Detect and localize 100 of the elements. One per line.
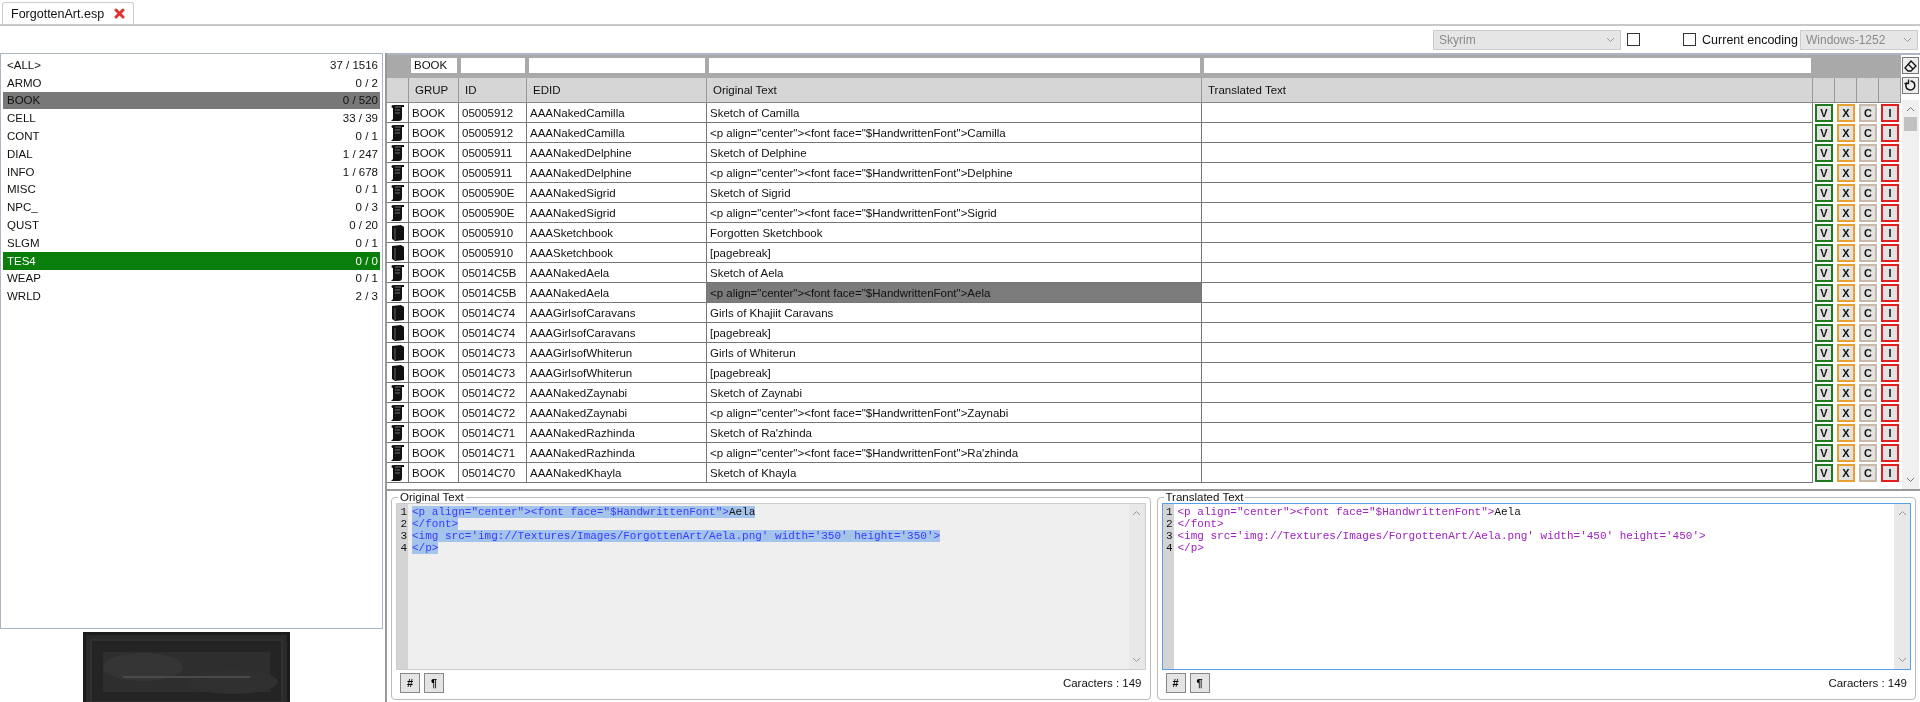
filter-field[interactable] <box>1204 58 1811 73</box>
table-cell[interactable]: [pagebreak] <box>707 323 1202 343</box>
action-button[interactable]: X <box>1837 183 1855 202</box>
table-cell[interactable]: <p align="center"><font face="$HandwrittenFont">Delphine <box>707 163 1202 183</box>
filter-field[interactable] <box>529 58 705 73</box>
checkbox[interactable] <box>1683 33 1697 46</box>
table-cell[interactable]: Forgotten Sketchbook <box>707 223 1202 243</box>
action-button[interactable]: C <box>1859 443 1877 462</box>
record-type-item[interactable]: NPC_ 0 / 3 <box>3 198 380 217</box>
column-header[interactable]: Translated Text <box>1202 78 1813 103</box>
action-button[interactable]: X <box>1837 343 1855 362</box>
action-button[interactable]: I <box>1881 283 1899 302</box>
record-type-item[interactable]: QUST 0 / 20 <box>3 216 380 234</box>
record-type-item[interactable]: ARMO 0 / 2 <box>3 73 380 92</box>
scrollbar[interactable] <box>1128 504 1145 669</box>
action-button[interactable]: I <box>1881 223 1899 242</box>
table-cell[interactable]: [pagebreak] <box>707 363 1202 383</box>
table-cell[interactable]: Girls of Khajiit Caravans <box>707 303 1202 323</box>
action-button[interactable]: I <box>1881 383 1899 402</box>
action-button[interactable]: X <box>1837 283 1855 302</box>
action-button[interactable]: I <box>1881 203 1899 222</box>
action-button[interactable]: I <box>1881 163 1899 182</box>
action-button[interactable]: X <box>1837 463 1855 482</box>
table-cell[interactable]: Sketch of Camilla <box>707 103 1202 123</box>
action-button[interactable]: I <box>1881 323 1899 342</box>
checkbox[interactable] <box>1627 33 1641 46</box>
action-button[interactable]: V <box>1815 143 1833 162</box>
action-button[interactable]: V <box>1815 183 1833 202</box>
action-button[interactable]: I <box>1881 343 1899 362</box>
table-cell[interactable]: <p align="center"><font face="$HandwrittenFont">Zaynabi <box>707 403 1202 423</box>
scrollbar-thumb[interactable] <box>1904 117 1917 131</box>
action-button[interactable]: C <box>1859 343 1877 362</box>
code-editor[interactable]: 1 2 3 4 <p align="center"><font face="$HandwrittenFont">Aela </font> <img src='img://Textures/Images/ForgottenArt/Aela.png' width='350' height='350'> </p> <box>396 503 1146 670</box>
action-button[interactable]: V <box>1815 163 1833 182</box>
action-button[interactable]: X <box>1837 303 1855 322</box>
action-button[interactable]: X <box>1837 363 1855 382</box>
action-button[interactable]: X <box>1837 163 1855 182</box>
action-button[interactable]: C <box>1859 203 1877 222</box>
action-button[interactable]: I <box>1881 363 1899 382</box>
code-editor[interactable]: 1 2 3 4 <p align="center"><font face="$HandwrittenFont">Aela </font> <img src='img://Textures/Images/ForgottenArt/Aela.png' width='450' height='450'> </p> <box>1161 503 1911 670</box>
action-button[interactable]: V <box>1815 463 1833 482</box>
column-header[interactable]: Original Text <box>707 78 1202 103</box>
column-header[interactable]: GRUP <box>409 78 459 103</box>
action-button[interactable]: V <box>1815 403 1833 422</box>
scrollbar[interactable] <box>1902 100 1919 489</box>
action-button[interactable]: C <box>1859 463 1877 482</box>
action-button[interactable]: I <box>1881 143 1899 162</box>
record-type-item[interactable]: CONT 0 / 1 <box>3 127 380 145</box>
action-button[interactable]: C <box>1859 243 1877 262</box>
record-type-item[interactable]: WEAP 0 / 1 <box>3 269 380 288</box>
table-cell[interactable]: Sketch of Ra'zhinda <box>707 423 1202 443</box>
table-cell[interactable]: Sketch of Khayla <box>707 463 1202 483</box>
action-button[interactable]: C <box>1859 103 1877 122</box>
record-type-item[interactable]: TES4 0 / 0 <box>3 251 380 270</box>
scrollbar[interactable] <box>1894 504 1910 669</box>
action-button[interactable]: I <box>1881 263 1899 282</box>
table-cell[interactable]: Girls of Whiterun <box>707 343 1202 363</box>
action-button[interactable]: C <box>1859 223 1877 242</box>
table-cell[interactable]: <p align="center"><font face="$HandwrittenFont">Aela <box>707 283 1202 303</box>
action-button[interactable]: C <box>1859 143 1877 162</box>
record-type-item[interactable]: SLGM 0 / 1 <box>3 233 380 252</box>
action-button[interactable]: V <box>1815 123 1833 142</box>
record-type-item[interactable]: MISC 0 / 1 <box>3 180 380 199</box>
action-button[interactable]: C <box>1859 283 1877 302</box>
toggle-button[interactable]: # <box>400 672 420 693</box>
action-button[interactable]: V <box>1815 343 1833 362</box>
record-type-item[interactable]: INFO 1 / 678 <box>3 162 380 181</box>
clear-filter-button[interactable] <box>1902 57 1919 74</box>
action-button[interactable]: X <box>1837 323 1855 342</box>
action-button[interactable]: I <box>1881 103 1899 122</box>
action-button[interactable]: V <box>1815 223 1833 242</box>
filter-field[interactable]: BOOK <box>411 58 457 73</box>
action-button[interactable]: V <box>1815 383 1833 402</box>
toggle-button[interactable]: ¶ <box>1189 672 1210 693</box>
action-button[interactable]: C <box>1859 263 1877 282</box>
action-button[interactable]: C <box>1859 403 1877 422</box>
record-type-item[interactable]: DIAL 1 / 247 <box>3 145 380 163</box>
toggle-button[interactable]: # <box>1165 672 1186 693</box>
filter-field[interactable] <box>461 58 525 73</box>
record-type-item[interactable]: CELL 33 / 39 <box>3 109 380 128</box>
action-button[interactable]: X <box>1837 403 1855 422</box>
table-cell[interactable]: <p align="center"><font face="$HandwrittenFont">Sigrid <box>707 203 1202 223</box>
action-button[interactable]: V <box>1815 243 1833 262</box>
action-button[interactable]: C <box>1859 383 1877 402</box>
action-button[interactable]: C <box>1859 363 1877 382</box>
action-button[interactable]: V <box>1815 103 1833 122</box>
action-button[interactable]: V <box>1815 263 1833 282</box>
action-button[interactable]: V <box>1815 363 1833 382</box>
action-button[interactable]: V <box>1815 203 1833 222</box>
action-button[interactable]: C <box>1859 163 1877 182</box>
action-button[interactable]: V <box>1815 283 1833 302</box>
action-button[interactable]: X <box>1837 383 1855 402</box>
action-button[interactable]: C <box>1859 183 1877 202</box>
table-cell[interactable]: <p align="center"><font face="$HandwrittenFont">Ra'zhinda <box>707 443 1202 463</box>
refresh-button[interactable] <box>1902 77 1919 94</box>
action-button[interactable]: I <box>1881 123 1899 142</box>
filter-field[interactable] <box>709 58 1200 73</box>
action-button[interactable]: X <box>1837 123 1855 142</box>
action-button[interactable]: V <box>1815 323 1833 342</box>
toggle-button[interactable]: ¶ <box>424 672 444 693</box>
